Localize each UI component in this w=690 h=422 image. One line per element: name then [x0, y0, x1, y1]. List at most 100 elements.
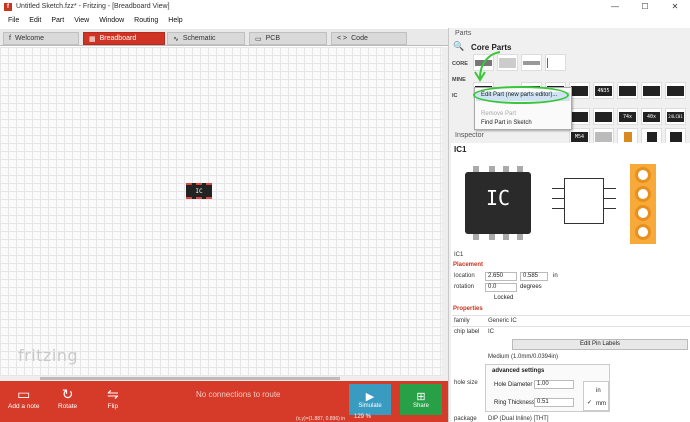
unit-mm-radio[interactable]: mm: [596, 401, 606, 407]
location-y-input[interactable]: 0.585: [520, 272, 548, 281]
package-value[interactable]: DIP (Dual Inline) [THT]: [488, 416, 549, 422]
minimize-button[interactable]: —: [600, 0, 630, 13]
menu-routing[interactable]: Routing: [129, 17, 163, 24]
part-tile-ic-d[interactable]: [569, 82, 590, 99]
zoom-level[interactable]: 129 %: [354, 414, 371, 420]
part-thumbnail: [619, 85, 636, 96]
breadboard-canvas[interactable]: [0, 47, 448, 381]
search-icon[interactable]: 🔍: [453, 41, 467, 53]
tab-welcome[interactable]: f Welcome: [3, 32, 79, 45]
rotate-label: Rotate: [58, 403, 78, 410]
hole-size-select[interactable]: Medium (1.0mm/0.0394in): [488, 354, 558, 360]
scrollbar-thumb[interactable]: [40, 377, 340, 380]
tab-label: Welcome: [14, 35, 44, 42]
location-unit[interactable]: in: [553, 273, 558, 279]
schematic-pin: [604, 198, 616, 199]
part-thumbnail: [571, 85, 588, 96]
check-icon: ✓: [587, 400, 593, 406]
part-thumbnail: [623, 131, 632, 142]
schematic-icon: ∿: [173, 35, 179, 43]
menu-item-find-part[interactable]: Find Part in Sketch: [481, 120, 532, 126]
ring-thickness-label: Ring Thickness: [494, 400, 535, 406]
package-label: package: [454, 416, 477, 422]
pcb-view-image: [628, 162, 658, 246]
part-tile-ic-i[interactable]: [569, 108, 590, 125]
part-tile-74x[interactable]: 74x: [617, 108, 638, 125]
ic-breadboard-image: IC: [465, 166, 531, 240]
locked-checkbox[interactable]: Locked: [494, 295, 513, 301]
tab-label: Code: [351, 35, 368, 42]
ring-thickness-input[interactable]: 0.51: [534, 398, 574, 407]
menu-part[interactable]: Part: [46, 17, 69, 24]
maximize-button[interactable]: ☐: [630, 0, 660, 13]
bin-tab-ic[interactable]: IC: [452, 93, 458, 99]
chip-label-input[interactable]: IC: [488, 329, 494, 335]
bottom-toolbar: ▭ Add a note ↻ Rotate ⇋ Flip No connecti…: [0, 381, 448, 422]
part-chip: 24LC01: [667, 111, 684, 122]
part-tile-40x[interactable]: 40x: [641, 108, 662, 125]
location-x-input[interactable]: 2.650: [485, 272, 517, 281]
fritzing-logo: fritzing: [18, 346, 79, 365]
schematic-pin: [552, 208, 564, 209]
hole-diameter-label: Hole Diameter: [494, 382, 533, 388]
part-thumbnail: [595, 131, 612, 142]
hole-size-label: hole size: [454, 380, 478, 386]
rotate-button[interactable]: ↻ Rotate: [58, 385, 77, 410]
tab-label: PCB: [265, 35, 281, 42]
close-button[interactable]: ✕: [660, 0, 690, 13]
part-chip: 4N35: [595, 85, 612, 96]
part-tile-ic-g[interactable]: [665, 82, 686, 99]
part-tile-ic-f[interactable]: [641, 82, 662, 99]
unit-selector: in ✓ mm: [583, 381, 609, 411]
hole-diameter-input[interactable]: 1.00: [534, 380, 574, 389]
rotation-input[interactable]: 0.0: [485, 283, 517, 292]
part-tile-bracket[interactable]: [545, 54, 566, 71]
advanced-settings-title: advanced settings: [492, 368, 545, 374]
tab-code[interactable]: < > Code: [331, 32, 407, 45]
ic-pin: [503, 166, 509, 172]
simulate-button[interactable]: ▶ Simulate: [349, 384, 391, 415]
pcb-pad: [635, 224, 651, 240]
fritzing-app-icon: f: [4, 2, 12, 11]
part-tile-4n35[interactable]: 4N35: [593, 82, 614, 99]
tab-schematic[interactable]: ∿ Schematic: [167, 32, 245, 45]
bin-tab-core[interactable]: CORE: [452, 61, 468, 67]
inspector-part-title: IC1: [454, 145, 467, 154]
menu-help[interactable]: Help: [163, 17, 187, 24]
pcb-pad: [635, 167, 651, 183]
edit-pin-labels-button[interactable]: Edit Pin Labels: [512, 339, 688, 350]
breadboard-icon: ▦: [89, 35, 96, 43]
divider: [452, 315, 690, 316]
ic-pin: [473, 234, 479, 240]
menu-edit[interactable]: Edit: [24, 17, 46, 24]
tab-label: Schematic: [182, 35, 216, 42]
add-note-button[interactable]: ▭ Add a note: [8, 385, 39, 410]
tab-pcb[interactable]: ▭ PCB: [249, 32, 327, 45]
part-tile-generic[interactable]: [521, 54, 542, 71]
ic-pin: [473, 166, 479, 172]
part-tile-ic-e[interactable]: [617, 82, 638, 99]
menu-view[interactable]: View: [69, 17, 94, 24]
cursor-coordinates: (x,y)=(1.887, 0.896) in: [296, 416, 346, 422]
window-controls: — ☐ ✕: [600, 0, 690, 13]
green-annotation-arrow: [474, 51, 501, 82]
pcb-footprint: [630, 164, 656, 244]
share-icon: ⊞: [416, 391, 426, 403]
menu-window[interactable]: Window: [94, 17, 129, 24]
part-tile-ic-h[interactable]: [593, 108, 614, 125]
unit-in-radio[interactable]: in: [596, 388, 601, 394]
flip-button[interactable]: ⇋ Flip: [107, 385, 119, 410]
flip-label: Flip: [107, 403, 119, 410]
chip-label-label: chip label: [454, 329, 480, 335]
menu-file[interactable]: File: [3, 17, 24, 24]
ic-part-on-canvas[interactable]: IC: [186, 183, 212, 199]
schematic-symbol: [564, 178, 604, 224]
part-tile-24lc01[interactable]: 24LC01: [665, 108, 686, 125]
note-icon: ▭: [17, 386, 31, 402]
bin-tab-mine[interactable]: MINE: [452, 77, 466, 83]
share-button[interactable]: ⊞ Share: [400, 384, 442, 415]
divider: [452, 326, 690, 327]
part-chip: 74x: [619, 111, 636, 122]
part-thumbnail: [667, 85, 684, 96]
tab-breadboard[interactable]: ▦ Breadboard: [83, 32, 165, 45]
